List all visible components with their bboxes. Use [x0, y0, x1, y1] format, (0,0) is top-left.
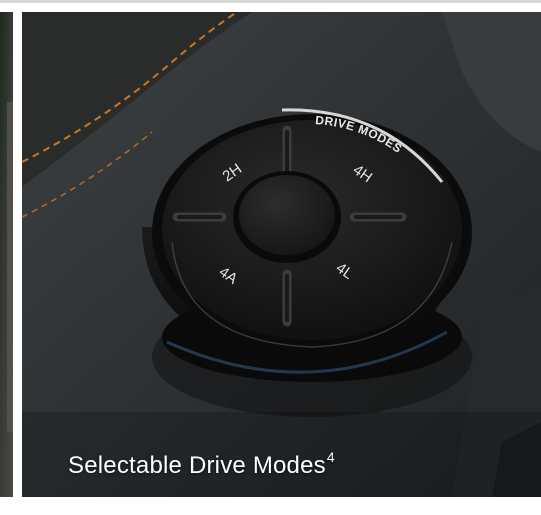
previous-slide-peek[interactable]: [0, 12, 13, 497]
previous-slide-image: [0, 12, 13, 497]
slide-caption: Selectable Drive Modes4: [68, 449, 335, 480]
drive-modes-slide[interactable]: DRIVE MODES 2H 4H 4A 4L Selectable Drive…: [22, 12, 541, 497]
drive-modes-dial-photo: DRIVE MODES 2H 4H 4A 4L: [22, 12, 541, 497]
caption-footnote-marker[interactable]: 4: [327, 449, 335, 465]
bottom-spacer: [0, 504, 541, 515]
caption-text: Selectable Drive Modes: [68, 452, 326, 479]
top-divider: [0, 0, 541, 3]
gallery-page: DRIVE MODES 2H 4H 4A 4L Selectable Drive…: [0, 0, 541, 515]
